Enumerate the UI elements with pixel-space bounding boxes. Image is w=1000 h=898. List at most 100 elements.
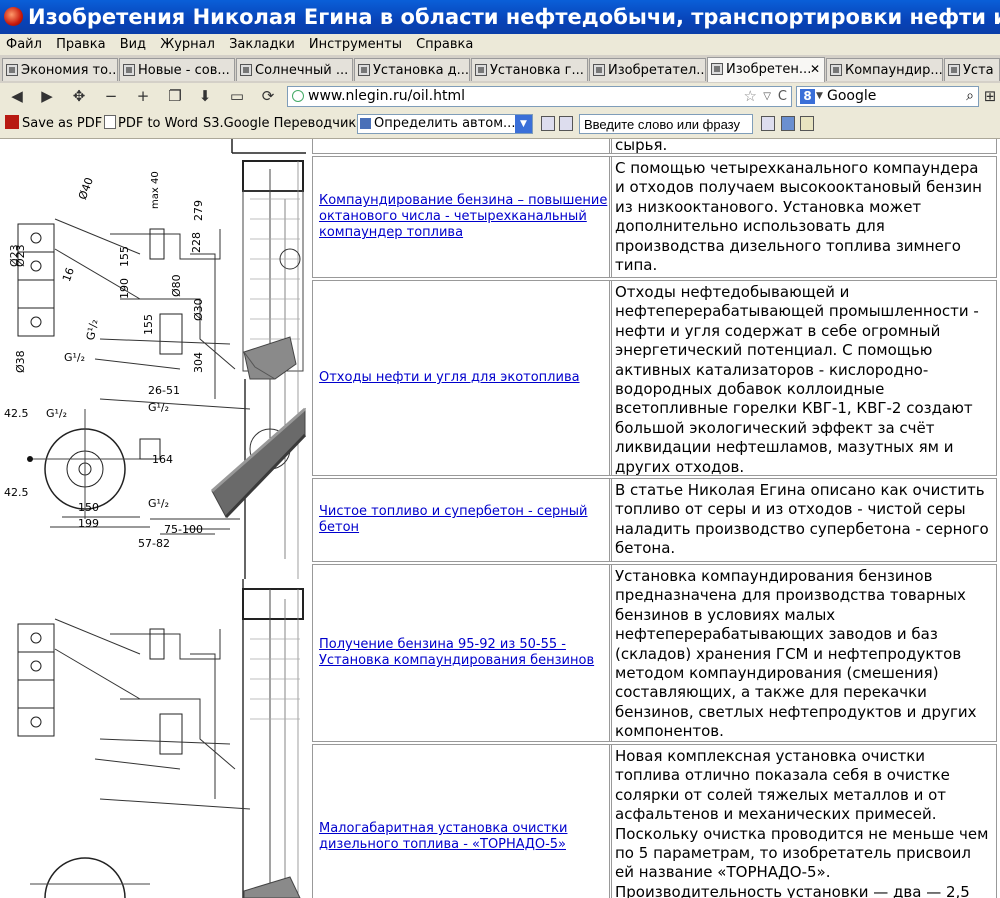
drawing-label: 199 [78,517,99,530]
settings-icon[interactable] [781,116,795,131]
chevron-down-icon[interactable]: ▼ [816,87,823,106]
translate-icon[interactable] [761,116,775,131]
drawing-label: G¹/₂ [148,401,170,414]
drawing-label: max 40 [150,171,161,209]
drawing-label: Ø23 [14,244,27,267]
drawing-label: G¹/₂ [64,351,86,364]
drawing-label: 279 [192,200,205,221]
page-icon [123,64,135,76]
dropdown-arrow-icon[interactable]: ▽ [763,87,771,106]
menu-help[interactable]: Справка [416,34,473,55]
language-select[interactable]: Определить автом... ▼ [357,114,533,134]
tab-4[interactable]: Установка д... [354,58,470,81]
tab-3[interactable]: Солнечный ... [236,58,353,81]
row-description: Установка компаундирования бензинов пред… [615,567,977,741]
table-row: Компаундирование бензина – повышение окт… [306,156,1000,278]
swap-icon[interactable] [541,116,555,131]
save-as-pdf-label: Save as PDF [22,116,103,131]
tab-1[interactable]: Экономия то... [2,58,118,81]
drawing-label: 42.5 [4,486,29,499]
translate-input[interactable] [579,114,753,134]
row-link[interactable]: Малогабаритная установка очистки дизельн… [313,821,611,853]
google-translator-button[interactable]: S3.Google Переводчик [203,114,356,134]
row-description: С помощью четырехканального компаундера … [615,159,982,275]
tab-label: Компаундир... [845,63,943,78]
menu-history[interactable]: Журнал [160,34,215,55]
menu-bar: Файл Правка Вид Журнал Закладки Инструме… [0,34,1000,55]
url-text: www.nlegin.ru/oil.html [308,88,466,104]
drawing-label: Ø30 [192,298,205,321]
tab-2[interactable]: Новые - сов... [119,58,235,81]
page-icon [475,64,487,76]
tab-label: Установка д... [373,63,470,78]
chevron-down-icon[interactable]: ▼ [515,115,532,133]
drawing-label: 155 [142,314,155,335]
table-row-partial: сырья. [306,139,1000,154]
drawing-label: 164 [152,453,173,466]
inventions-table: сырья. Компаундирование бензина – повыше… [306,139,1000,898]
list-icon[interactable] [559,116,573,131]
page-icon [358,64,370,76]
row-link[interactable]: Чистое топливо и супербетон - серный бет… [313,504,611,536]
tab-bar: Экономия то... Новые - сов... Солнечный … [0,55,1000,84]
menu-file[interactable]: Файл [6,34,42,55]
pdf-to-word-button[interactable]: PDF to Word [104,114,198,134]
back-arrow-icon[interactable]: ◀ [6,86,28,106]
row-description: Новая комплексная установка очистки топл… [615,747,989,898]
table-row: Чистое топливо и супербетон - серный бет… [306,478,1000,562]
copy-icon[interactable]: ❐ [164,86,186,106]
tab-8[interactable]: Компаундир... [826,58,943,81]
table-cell-link: Компаундирование бензина – повышение окт… [312,156,612,278]
drawing-label: 75-100 [164,523,203,536]
menu-bookmarks[interactable]: Закладки [229,34,295,55]
search-box[interactable]: 8 ▼ Google ⌕ [796,86,979,107]
pdf-to-word-label: PDF to Word [118,116,199,131]
tab-9[interactable]: Уста [944,58,1000,81]
window-icon[interactable]: ▭ [226,86,248,106]
gear-icon[interactable] [800,116,814,131]
page-icon [593,64,605,76]
tab-5[interactable]: Установка г... [471,58,588,81]
document-icon [104,115,116,129]
row-link[interactable]: Компаундирование бензина – повышение окт… [313,193,611,241]
search-icon[interactable]: ⌕ [966,87,974,106]
menu-view[interactable]: Вид [120,34,146,55]
row-link[interactable]: Получение бензина 95-92 из 50-55 - Устан… [313,637,611,669]
drawing-label: Ø38 [14,350,27,373]
reload-icon[interactable]: ⟳ [257,86,279,106]
save-as-pdf-button[interactable]: Save as PDF [5,114,102,134]
row-description: сырья. [615,139,668,154]
table-row: Малогабаритная установка очистки дизельн… [306,744,1000,898]
row-link[interactable]: Отходы нефти и угля для экотоплива [313,370,582,386]
google-icon[interactable]: 8 [800,89,815,104]
menu-edit[interactable]: Правка [56,34,105,55]
move-icon[interactable]: ✥ [68,86,90,106]
navigation-toolbar: ◀ ▶ ✥ − + ❐ ⬇ ▭ ⟳ www.nlegin.ru/oil.html… [0,83,1000,110]
tab-label: Уста [963,63,994,78]
tab-label: Солнечный ... [255,63,349,78]
table-cell-description: В статье Николая Егина описано как очист… [609,478,997,562]
tab-6[interactable]: Изобретател... [589,58,706,81]
tab-label: Экономия то... [21,63,118,78]
url-bar[interactable]: www.nlegin.ru/oil.html ☆ ▽ C [287,86,792,107]
table-cell: сырья. [609,139,997,154]
technical-drawing-image-repeat [0,579,306,898]
zoom-in-icon[interactable]: + [132,86,154,106]
table-cell-link: Получение бензина 95-92 из 50-55 - Устан… [312,564,612,742]
download-arrow-icon[interactable]: ⬇ [194,86,216,106]
tab-label: Новые - сов... [138,63,230,78]
close-tab-icon[interactable]: ✕ [810,58,820,81]
drawing-label: 42.5 [4,407,29,420]
tab-7-active[interactable]: Изобретен... ✕ [707,57,825,82]
window-title: Изобретения Николая Егина в области нефт… [28,5,1000,29]
reload-icon[interactable]: C [778,87,787,106]
bookmark-star-icon[interactable]: ☆ [744,87,757,106]
forward-arrow-icon[interactable]: ▶ [36,86,58,106]
zoom-out-icon[interactable]: − [100,86,122,106]
table-row: Получение бензина 95-92 из 50-55 - Устан… [306,564,1000,742]
tab-label: Изобретен... [726,62,812,77]
page-content: Ø23 Ø40 Ø23 max 40 279 228 155 16 190 Ø8… [0,139,1000,898]
menu-tools[interactable]: Инструменты [309,34,402,55]
addon-icon[interactable]: ⊞ [982,86,998,106]
table-cell-description: Установка компаундирования бензинов пред… [609,564,997,742]
